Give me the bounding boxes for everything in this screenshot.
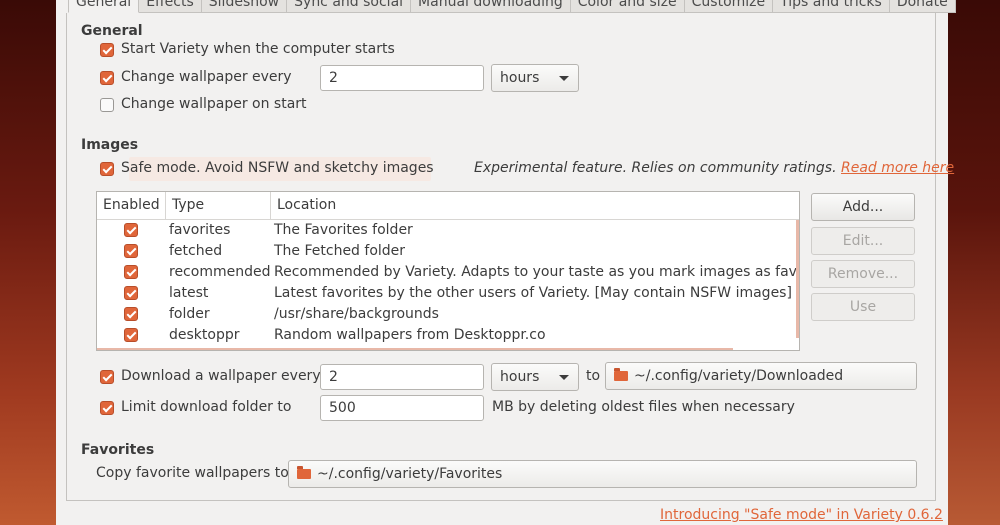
table-row[interactable]: recommended Recommended by Variety. Adap… <box>97 262 799 283</box>
tab-slideshow[interactable]: Slideshow <box>201 0 288 13</box>
row-type: folder <box>169 306 210 322</box>
download-to-label: to <box>586 368 601 384</box>
horizontal-scrollbar[interactable] <box>97 348 733 350</box>
start-on-boot-checkbox[interactable] <box>100 43 114 57</box>
safe-mode-checkbox[interactable] <box>100 162 114 176</box>
tab-tips-and-tricks[interactable]: Tips and tricks <box>773 0 890 13</box>
tab-sync-and-social[interactable]: Sync and social <box>287 0 412 13</box>
row-location: /usr/share/backgrounds <box>274 306 439 322</box>
row-enabled-checkbox[interactable] <box>124 265 138 279</box>
favorites-folder-chooser[interactable]: ~/.config/variety/Favorites <box>288 460 917 488</box>
row-type: fetched <box>169 243 223 259</box>
favorites-folder-path: ~/.config/variety/Favorites <box>317 466 503 482</box>
read-more-link[interactable]: Read more here <box>841 160 954 176</box>
experimental-note-text: Experimental feature. Relies on communit… <box>474 160 837 176</box>
table-row[interactable]: folder /usr/share/backgrounds <box>97 304 799 325</box>
download-interval-input[interactable]: 2 <box>320 364 484 390</box>
change-interval-input[interactable]: 2 <box>320 65 484 91</box>
experimental-note: Experimental feature. Relies on communit… <box>474 160 954 176</box>
limit-size-input[interactable]: 500 <box>320 395 484 421</box>
general-tab-panel: General Start Variety when the computer … <box>66 13 954 501</box>
change-interval-unit-select[interactable]: hours <box>491 64 579 92</box>
row-location: Random wallpapers from Desktoppr.co <box>274 327 546 343</box>
limit-folder-checkbox[interactable] <box>100 401 114 415</box>
favorites-section-title: Favorites <box>81 442 155 458</box>
remove-source-button[interactable]: Remove... <box>811 260 915 288</box>
vertical-scrollbar[interactable] <box>796 220 799 338</box>
edit-source-button[interactable]: Edit... <box>811 227 915 255</box>
row-enabled-checkbox[interactable] <box>124 244 138 258</box>
tab-donate[interactable]: Donate <box>889 0 956 13</box>
column-location[interactable]: Location <box>270 192 336 219</box>
row-type: recommended <box>169 264 271 280</box>
row-type: favorites <box>169 222 231 238</box>
copy-favorites-label: Copy favorite wallpapers to <box>96 465 289 481</box>
change-on-start-label[interactable]: Change wallpaper on start <box>121 96 307 112</box>
row-location: Latest favorites by the other users of V… <box>274 285 792 301</box>
tab-effects[interactable]: Effects <box>139 0 202 13</box>
download-folder-chooser[interactable]: ~/.config/variety/Downloaded <box>605 362 917 390</box>
images-section-title: Images <box>81 137 139 153</box>
row-location: The Favorites folder <box>274 222 413 238</box>
column-enabled[interactable]: Enabled <box>103 192 160 219</box>
table-row[interactable]: fetched The Fetched folder <box>97 241 799 262</box>
image-sources-table[interactable]: Enabled Type Location favorites The Favo… <box>96 191 800 351</box>
tab-manual-downloading[interactable]: Manual downloading <box>411 0 571 13</box>
row-enabled-checkbox[interactable] <box>124 286 138 300</box>
general-section-title: General <box>81 23 143 39</box>
column-type[interactable]: Type <box>165 192 204 219</box>
safe-mode-label[interactable]: Safe mode. Avoid NSFW and sketchy images <box>121 160 434 176</box>
tab-bar: General Effects Slideshow Sync and socia… <box>68 0 956 14</box>
change-every-label[interactable]: Change wallpaper every <box>121 69 292 85</box>
change-interval-unit-value: hours <box>500 70 540 86</box>
table-row[interactable]: desktoppr Random wallpapers from Desktop… <box>97 325 799 346</box>
safe-mode-intro-link[interactable]: Introducing "Safe mode" in Variety 0.6.2 <box>660 507 943 523</box>
download-interval-unit-select[interactable]: hours <box>491 363 579 391</box>
download-folder-path: ~/.config/variety/Downloaded <box>634 368 844 384</box>
folder-icon <box>297 466 311 479</box>
limit-folder-label[interactable]: Limit download folder to <box>121 399 291 415</box>
table-row[interactable]: latest Latest favorites by the other use… <box>97 283 799 304</box>
row-enabled-checkbox[interactable] <box>124 307 138 321</box>
table-header: Enabled Type Location <box>97 192 799 220</box>
row-enabled-checkbox[interactable] <box>124 328 138 342</box>
row-location: Recommended by Variety. Adapts to your t… <box>274 264 800 280</box>
change-every-checkbox[interactable] <box>100 71 114 85</box>
add-source-button[interactable]: Add... <box>811 193 915 221</box>
row-location: The Fetched folder <box>274 243 406 259</box>
row-type: latest <box>169 285 209 301</box>
tab-customize[interactable]: Customize <box>684 0 774 13</box>
folder-icon <box>614 368 628 381</box>
tab-general[interactable]: General <box>68 0 140 13</box>
preferences-window: General Effects Slideshow Sync and socia… <box>56 0 956 525</box>
use-source-button[interactable]: Use <box>811 293 915 321</box>
table-row[interactable]: favorites The Favorites folder <box>97 220 799 241</box>
chevron-down-icon <box>559 375 569 380</box>
download-label[interactable]: Download a wallpaper every <box>121 368 321 384</box>
change-on-start-checkbox[interactable] <box>100 98 114 112</box>
download-checkbox[interactable] <box>100 370 114 384</box>
download-interval-unit-value: hours <box>500 369 540 385</box>
chevron-down-icon <box>559 76 569 81</box>
row-enabled-checkbox[interactable] <box>124 223 138 237</box>
row-type: desktoppr <box>169 327 240 343</box>
limit-size-suffix: MB by deleting oldest files when necessa… <box>492 399 795 415</box>
start-on-boot-label[interactable]: Start Variety when the computer starts <box>121 41 395 57</box>
tab-color-and-size[interactable]: Color and size <box>570 0 685 13</box>
